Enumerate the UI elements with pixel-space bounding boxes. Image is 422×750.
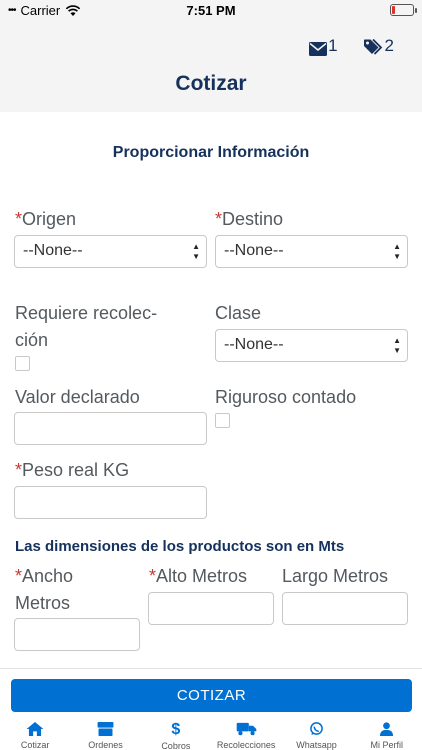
valor-input[interactable] [14,412,207,445]
mail-count: 1 [328,36,338,55]
clase-label: Clase [215,303,262,323]
riguroso-checkbox[interactable] [215,413,230,428]
battery-icon [390,4,417,16]
ancho-label: *Ancho Metros [15,566,74,613]
tag-count: 2 [384,36,394,55]
riguroso-label: Riguroso contado [215,387,357,407]
required-mark: * [15,566,23,586]
required-mark: * [149,566,157,586]
home-icon [26,722,44,736]
valor-label: Valor declarado [15,387,140,407]
tab-cobros[interactable]: $ Cobros [141,716,211,750]
largo-label: Largo Metros [282,566,389,586]
destino-label: *Destino [215,209,284,229]
required-mark: * [15,460,23,480]
alto-input[interactable] [148,592,274,625]
header-icons: 1 2 [309,36,394,56]
tags-icon [363,39,382,55]
user-icon [380,722,394,736]
recoleccion-checkbox[interactable] [15,356,30,371]
header: 1 2 Cotizar [0,22,422,112]
divider [0,668,422,669]
tab-ordenes[interactable]: Ordenes [70,716,140,750]
dollar-icon: $ [171,721,181,738]
peso-label: *Peso real KG [15,460,130,480]
select-arrows-icon: ▲ ▼ [192,242,200,261]
dimensions-heading: Las dimensiones de los productos son en … [15,538,345,555]
select-arrows-icon: ▲ ▼ [393,336,401,355]
peso-input[interactable] [14,486,207,519]
mail-button[interactable]: 1 [309,36,338,56]
status-bar: ••• Carrier 7:51 PM [0,0,422,22]
truck-icon [236,722,256,736]
select-arrows-icon: ▲ ▼ [393,242,401,261]
section-title: Proporcionar Información [112,144,310,161]
required-mark: * [15,209,23,229]
tab-bar: Cotizar Ordenes $ Cobros Recolecciones W… [0,716,422,750]
tab-whatsapp[interactable]: Whatsapp [281,716,351,750]
tab-recolecciones[interactable]: Recolecciones [211,716,281,750]
whatsapp-icon [310,722,323,736]
tag-button[interactable]: 2 [363,36,394,56]
status-time: 7:51 PM [186,3,236,18]
recoleccion-label: Requiere recolec- ción [15,303,158,350]
clase-select[interactable]: --None-- ▲ ▼ [215,329,408,362]
box-icon [97,722,114,736]
alto-label: *Alto Metros [149,566,248,586]
required-mark: * [215,209,223,229]
tab-cotizar[interactable]: Cotizar [0,716,70,750]
largo-input[interactable] [282,592,408,625]
page-title: Cotizar [175,72,247,95]
ancho-input[interactable] [14,618,140,651]
origen-label: *Origen [15,209,77,229]
origen-select[interactable]: --None-- ▲ ▼ [14,235,207,268]
cotizar-button[interactable]: COTIZAR [11,679,412,712]
destino-select[interactable]: --None-- ▲ ▼ [215,235,408,268]
tab-mi-perfil[interactable]: Mi Perfil [352,716,422,750]
mail-icon [309,42,328,56]
